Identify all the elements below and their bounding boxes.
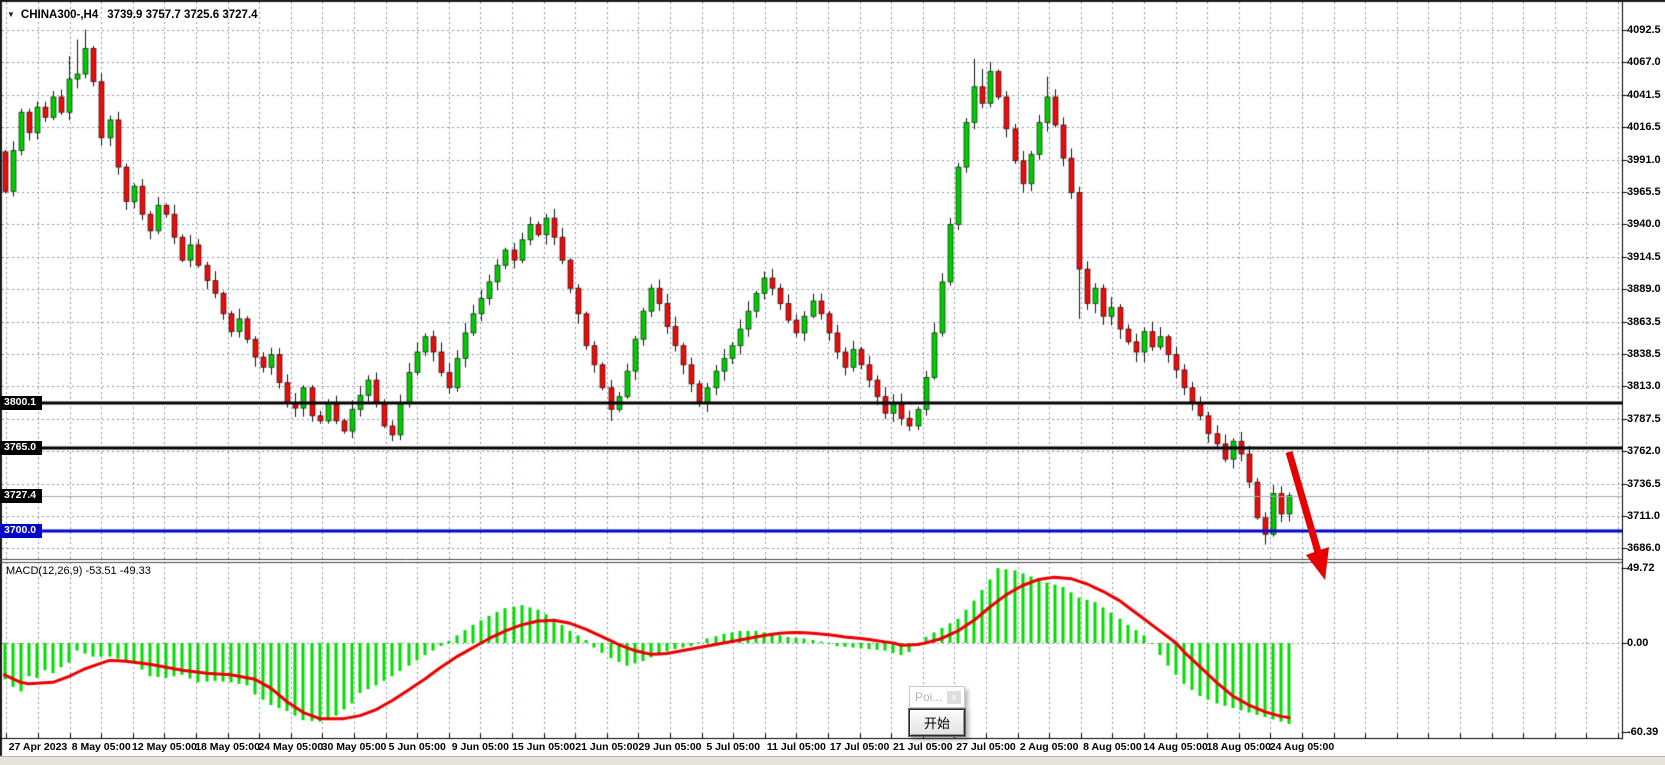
price-axis-label: 4092.5 xyxy=(1627,24,1661,36)
price-axis-label: 3762.0 xyxy=(1627,445,1661,457)
time-axis-label: 2 Aug 05:00 xyxy=(1020,741,1079,753)
time-axis-label: 15 Jun 05:00 xyxy=(512,741,575,753)
macd-indicator-label: MACD(12,26,9) -53.51 -49.33 xyxy=(6,565,151,577)
time-axis-label: 12 May 05:00 xyxy=(132,741,197,753)
price-axis-label: 4067.0 xyxy=(1627,56,1661,68)
price-axis-label: 3787.5 xyxy=(1627,413,1661,425)
time-axis-label: 5 Jun 05:00 xyxy=(389,741,446,753)
price-axis-label: 4041.5 xyxy=(1627,89,1661,101)
macd-axis-label: 49.72 xyxy=(1627,562,1655,574)
popup-start-button[interactable]: 开始 xyxy=(909,709,965,736)
price-badge: 3800.1 xyxy=(0,396,42,410)
time-axis-label: 27 Jul 05:00 xyxy=(956,741,1016,753)
time-axis-label: 21 Jul 05:00 xyxy=(893,741,953,753)
time-axis-label: 9 Jun 05:00 xyxy=(452,741,509,753)
price-axis-label: 3863.5 xyxy=(1627,316,1661,328)
price-axis-label: 3991.0 xyxy=(1627,154,1661,166)
macd-axis-label: 0.00 xyxy=(1627,637,1648,649)
down-arrow-annotation[interactable] xyxy=(1280,440,1342,592)
price-axis-label: 4016.5 xyxy=(1627,121,1661,133)
time-axis-label: 8 Aug 05:00 xyxy=(1083,741,1142,753)
time-axis-label: 18 Aug 05:00 xyxy=(1207,741,1271,753)
symbol-period-label: CHINA300-,H4 xyxy=(21,9,98,21)
arrow-shaft xyxy=(1289,452,1318,552)
indicator-popup: Poi... x 开始 xyxy=(909,686,965,736)
ohlc-quote: 3739.9 3757.7 3725.6 3727.4 xyxy=(107,9,257,21)
time-axis-label: 11 Jul 05:00 xyxy=(767,741,826,753)
time-axis-label: 21 Jun 05:00 xyxy=(575,741,638,753)
chart-canvas[interactable] xyxy=(0,0,1665,765)
popup-title-text: Poi... xyxy=(915,690,942,704)
price-axis-label: 3736.5 xyxy=(1627,478,1661,490)
price-axis-label: 3940.0 xyxy=(1627,218,1661,230)
price-axis-label: 3914.5 xyxy=(1627,251,1661,263)
time-axis-label: 17 Jul 05:00 xyxy=(830,741,890,753)
time-axis-label: 24 May 05:00 xyxy=(258,741,323,753)
time-axis-label: 18 May 05:00 xyxy=(195,741,260,753)
popup-close-icon[interactable]: x xyxy=(947,691,961,704)
time-axis-label: 27 Apr 2023 xyxy=(9,741,68,753)
time-axis-label: 5 Jul 05:00 xyxy=(706,741,760,753)
popup-titlebar[interactable]: Poi... x xyxy=(909,686,965,708)
time-axis-label: 14 Aug 05:00 xyxy=(1143,741,1207,753)
arrow-head xyxy=(1306,547,1329,580)
price-axis-label: 3838.5 xyxy=(1627,348,1661,360)
time-axis-label: 30 May 05:00 xyxy=(322,741,387,753)
price-axis-label: 3889.0 xyxy=(1627,283,1661,295)
price-badge: 3765.0 xyxy=(0,441,42,455)
time-axis-label: 8 May 05:00 xyxy=(72,741,131,753)
mt4-chart-window: ▼ CHINA300-,H4 3739.9 3757.7 3725.6 3727.4… xyxy=(0,0,1665,765)
bottom-strip xyxy=(0,756,1665,765)
chart-title: ▼ CHINA300-,H4 3739.9 3757.7 3725.6 3727.4 xyxy=(7,5,258,23)
price-axis-label: 3965.5 xyxy=(1627,186,1661,198)
price-badge: 3727.4 xyxy=(0,489,42,503)
price-badge: 3700.0 xyxy=(0,524,42,538)
time-axis-label: 24 Aug 05:00 xyxy=(1270,741,1334,753)
price-axis-label: 3686.0 xyxy=(1627,542,1661,554)
price-axis-label: 3813.0 xyxy=(1627,380,1661,392)
symbol-dropdown-icon[interactable]: ▼ xyxy=(7,10,15,19)
price-axis-label: 3711.0 xyxy=(1627,510,1660,522)
time-axis-label: 29 Jun 05:00 xyxy=(638,741,701,753)
macd-axis-label: -60.39 xyxy=(1627,726,1658,738)
